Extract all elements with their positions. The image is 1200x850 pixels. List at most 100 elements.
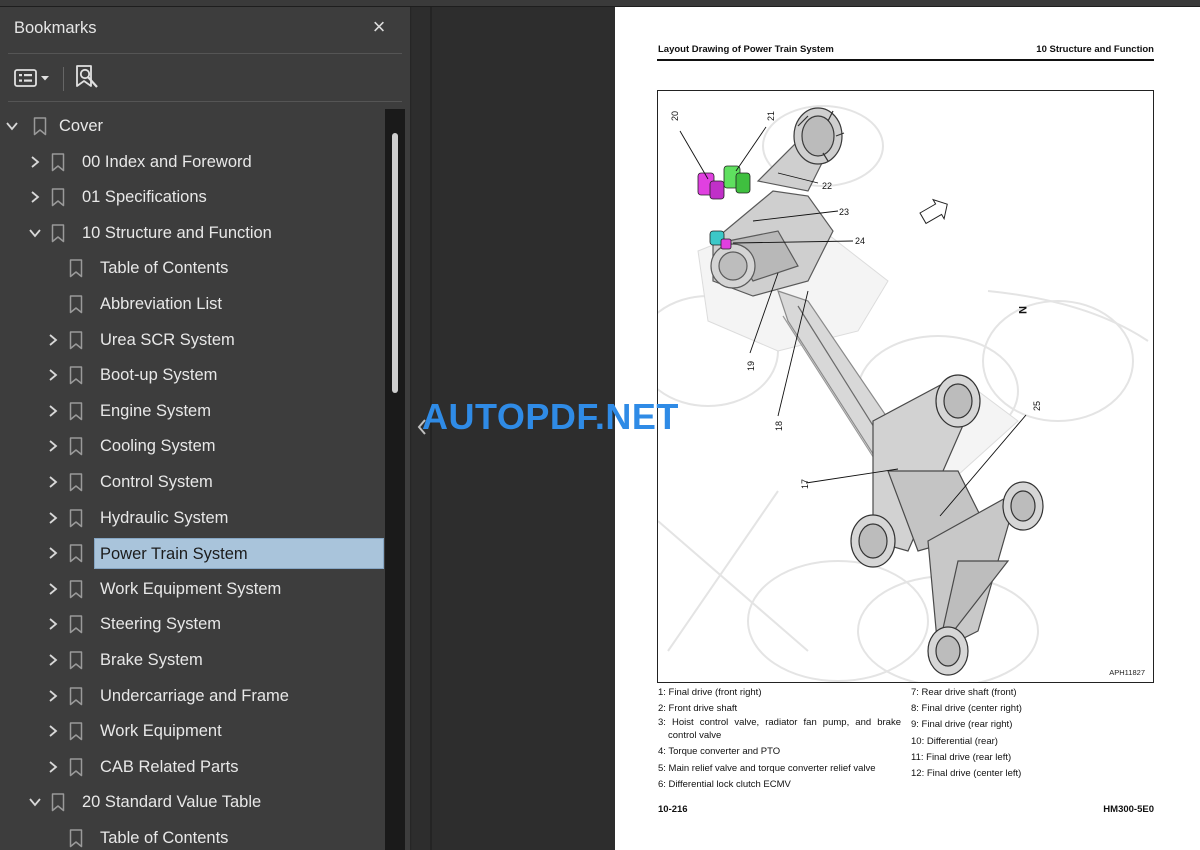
bookmark-ribbon-icon bbox=[51, 188, 65, 207]
page-header-rule bbox=[657, 59, 1154, 61]
bookmark-item[interactable]: Abbreviation List bbox=[0, 287, 384, 322]
bookmark-ribbon-icon bbox=[69, 544, 83, 563]
callout-25: 25 bbox=[1032, 401, 1042, 411]
document-page: Layout Drawing of Power Train System 10 … bbox=[615, 7, 1200, 850]
bookmarks-toolbar bbox=[0, 59, 411, 99]
chevron-right-icon[interactable] bbox=[45, 545, 61, 561]
header-divider bbox=[8, 53, 402, 54]
legend-item: 6: Differential lock clutch ECMV bbox=[658, 778, 791, 790]
bookmark-ribbon-icon bbox=[69, 295, 83, 314]
bookmark-item[interactable]: Urea SCR System bbox=[0, 323, 384, 358]
chevron-right-icon[interactable] bbox=[45, 438, 61, 454]
bookmark-item[interactable]: Engine System bbox=[0, 394, 384, 429]
bookmark-item[interactable]: Cover bbox=[0, 109, 384, 144]
bookmark-item[interactable]: Steering System bbox=[0, 607, 384, 642]
bookmark-label: 01 Specifications bbox=[82, 188, 207, 207]
bookmark-item[interactable]: Table of Contents bbox=[0, 251, 384, 286]
bookmark-label: Steering System bbox=[100, 615, 222, 634]
bookmark-label: Table of Contents bbox=[100, 829, 229, 847]
chevron-right-icon[interactable] bbox=[45, 367, 61, 383]
options-menu-button[interactable] bbox=[12, 63, 56, 93]
bookmark-label: Engine System bbox=[100, 401, 211, 420]
bookmark-label: Brake System bbox=[100, 651, 203, 669]
chevron-right-icon[interactable] bbox=[45, 723, 61, 739]
callout-21: 21 bbox=[766, 111, 776, 121]
bookmark-ribbon-icon bbox=[69, 402, 83, 421]
bookmark-tree: Cover 00 Index and Foreword 01 Specificati… bbox=[0, 109, 384, 850]
legend-item: 12: Final drive (center left) bbox=[911, 768, 1022, 780]
legend-item: 10: Differential (rear) bbox=[911, 735, 998, 747]
bookmark-item[interactable]: Hydraulic System bbox=[0, 501, 384, 536]
chevron-right-icon[interactable] bbox=[45, 581, 61, 597]
chevron-down-icon[interactable] bbox=[4, 118, 20, 134]
legend-item: 2: Front drive shaft bbox=[658, 703, 738, 715]
bookmark-ribbon-icon bbox=[51, 793, 65, 812]
bookmark-scrollbar-thumb[interactable] bbox=[392, 133, 398, 393]
chevron-right-icon[interactable] bbox=[45, 510, 61, 526]
bookmark-ribbon-icon bbox=[69, 437, 83, 456]
pdf-viewer-window: Bookmarks × Cover 00 Index and Foreword … bbox=[0, 0, 1200, 850]
toolbar-separator bbox=[63, 67, 64, 91]
page-number: 10-216 bbox=[658, 804, 688, 815]
bookmark-item[interactable]: 10 Structure and Function bbox=[0, 216, 384, 251]
bookmark-item[interactable]: 00 Index and Foreword bbox=[0, 145, 384, 180]
watermark-text: AUTOPDF.NET bbox=[422, 396, 679, 437]
bookmark-item[interactable]: Undercarriage and Frame bbox=[0, 679, 384, 714]
north-marker: N bbox=[1016, 306, 1028, 314]
chevron-down-icon[interactable] bbox=[27, 225, 43, 241]
bookmark-ribbon-icon bbox=[51, 152, 65, 171]
callout-22: 22 bbox=[822, 181, 832, 191]
legend-item: 8: Final drive (center right) bbox=[911, 703, 1022, 715]
bookmark-ribbon-icon bbox=[51, 224, 65, 243]
bookmark-label: Cover bbox=[59, 117, 104, 135]
power-train-drawing: 20 21 22 23 24 19 18 17 25 N bbox=[658, 105, 1149, 682]
bookmark-item[interactable]: Table of Contents bbox=[0, 821, 384, 850]
chevron-down-icon[interactable] bbox=[27, 794, 43, 810]
bookmark-item[interactable]: Power Train System bbox=[0, 536, 384, 571]
bookmark-label: Undercarriage and Frame bbox=[100, 686, 289, 705]
callout-19: 19 bbox=[746, 361, 756, 371]
bookmark-label: Power Train System bbox=[94, 538, 384, 570]
bookmark-item[interactable]: Work Equipment bbox=[0, 714, 384, 749]
bookmark-label: Work Equipment System bbox=[100, 579, 282, 598]
page-header-section: 10 Structure and Function bbox=[1036, 44, 1154, 55]
callout-17: 17 bbox=[800, 479, 810, 489]
model-code: HM300-5E0 bbox=[1103, 804, 1154, 815]
find-bookmark-button[interactable] bbox=[72, 63, 102, 93]
chevron-right-icon[interactable] bbox=[45, 759, 61, 775]
bookmark-item[interactable]: Brake System bbox=[0, 643, 384, 678]
list-options-icon bbox=[14, 69, 49, 87]
chevron-right-icon[interactable] bbox=[45, 403, 61, 419]
bookmark-ribbon-icon bbox=[69, 686, 83, 705]
bookmark-item[interactable]: Work Equipment System bbox=[0, 572, 384, 607]
bookmark-item[interactable]: 01 Specifications bbox=[0, 180, 384, 215]
chevron-right-icon[interactable] bbox=[45, 474, 61, 490]
bookmark-item[interactable]: CAB Related Parts bbox=[0, 750, 384, 785]
power-train-layout-figure: 20 21 22 23 24 19 18 17 25 N APH11827 bbox=[657, 90, 1154, 683]
chevron-right-icon[interactable] bbox=[45, 652, 61, 668]
chevron-right-icon[interactable] bbox=[45, 616, 61, 632]
bookmark-item[interactable]: Boot-up System bbox=[0, 358, 384, 393]
front-direction-arrow-icon bbox=[919, 198, 948, 225]
bookmark-item[interactable]: 20 Standard Value Table bbox=[0, 785, 384, 820]
legend-item: 7: Rear drive shaft (front) bbox=[911, 687, 1017, 698]
bookmark-item[interactable]: Control System bbox=[0, 465, 384, 500]
bookmark-item[interactable]: Cooling System bbox=[0, 429, 384, 464]
chevron-right-icon[interactable] bbox=[27, 154, 43, 170]
bookmark-ribbon-icon bbox=[69, 580, 83, 599]
legend-item: 3: Hoist control valve, radiator fan pum… bbox=[658, 717, 901, 741]
chevron-right-icon[interactable] bbox=[45, 332, 61, 348]
bookmark-ribbon-icon bbox=[69, 722, 83, 741]
dropdown-caret-icon bbox=[41, 76, 49, 81]
bookmark-label: Hydraulic System bbox=[100, 508, 229, 527]
legend-item: 4: Torque converter and PTO bbox=[658, 746, 781, 758]
bookmark-ribbon-icon bbox=[69, 508, 83, 527]
bookmark-label: 10 Structure and Function bbox=[82, 223, 272, 242]
close-panel-button[interactable]: × bbox=[368, 16, 390, 38]
legend-item: 5: Main relief valve and torque converte… bbox=[658, 762, 876, 774]
legend-item: 1: Final drive (front right) bbox=[658, 687, 762, 698]
bookmark-label: Table of Contents bbox=[100, 259, 229, 278]
page-header-title: Layout Drawing of Power Train System bbox=[658, 44, 834, 55]
chevron-right-icon[interactable] bbox=[45, 688, 61, 704]
chevron-right-icon[interactable] bbox=[27, 189, 43, 205]
